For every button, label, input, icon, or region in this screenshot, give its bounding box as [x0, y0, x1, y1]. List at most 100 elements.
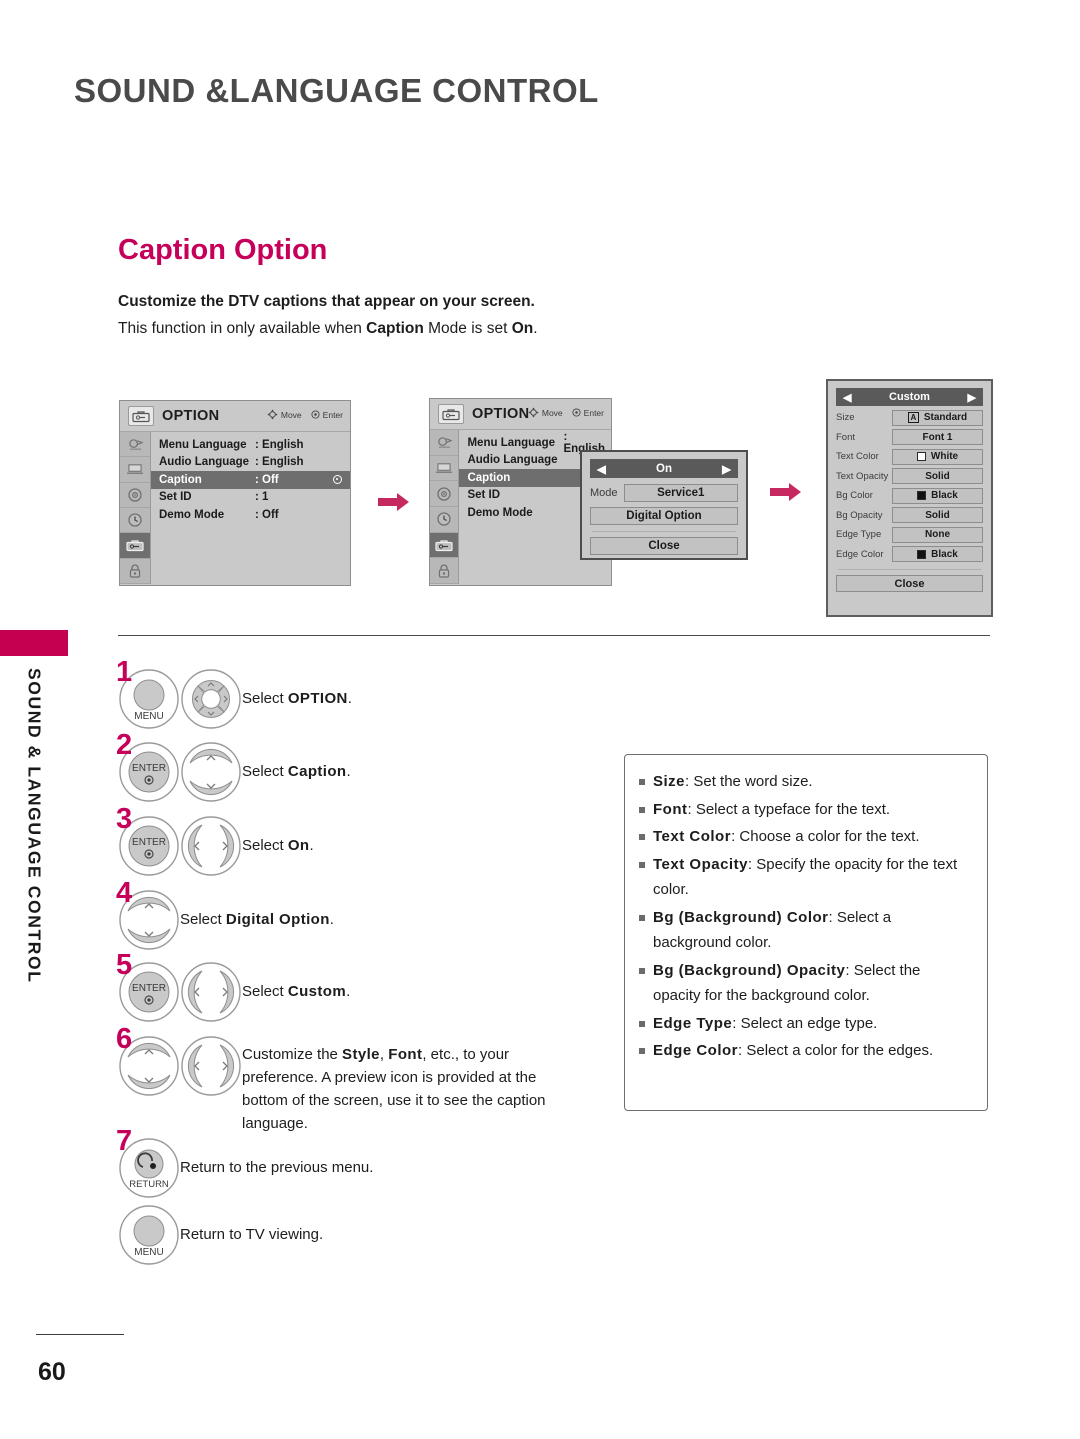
digital-option-button[interactable]: Digital Option: [590, 507, 738, 525]
navigation-pad[interactable]: [180, 668, 242, 730]
time-icon[interactable]: [430, 507, 459, 533]
color-swatch-icon: [917, 549, 927, 559]
custom-title-selector[interactable]: ◀ Custom ▶: [836, 388, 983, 406]
osd2-rail: [430, 430, 460, 585]
left-right-button[interactable]: [180, 1035, 242, 1097]
svg-text:ENTER: ENTER: [132, 837, 166, 848]
step-1-text-b: OPTION: [287, 690, 348, 707]
picture-icon[interactable]: [430, 430, 459, 456]
svg-text:ENTER: ENTER: [132, 983, 166, 994]
desc-7-text: : Select a color for the edges.: [738, 1042, 934, 1059]
osd-row[interactable]: Menu Language : English: [151, 436, 350, 454]
side-tab-accent: [0, 630, 68, 656]
svg-text:RETURN: RETURN: [129, 1179, 169, 1190]
step-3-buttons: ENTER: [118, 815, 242, 877]
side-tab-label: SOUND & LANGUAGE CONTROL: [24, 668, 45, 984]
step-2-text: Select Caption.: [242, 741, 351, 783]
custom-row-7-button[interactable]: Black: [892, 546, 983, 562]
custom-row-4-value: Black: [931, 490, 958, 501]
step-2-buttons: ENTER: [118, 741, 242, 803]
osd1-body: Menu Language : English Audio Language :…: [120, 432, 350, 584]
custom-row-3-button[interactable]: Solid: [892, 468, 983, 484]
right-arrow-icon[interactable]: ▶: [722, 462, 731, 476]
desc-6: Edge Type: Select an edge type.: [653, 1011, 877, 1037]
step-5-text-c: .: [346, 983, 351, 1000]
desc-7-term: Edge Color: [653, 1042, 739, 1059]
bullet-icon: [639, 779, 645, 785]
custom-row-6-value: None: [925, 529, 950, 540]
left-right-button[interactable]: [180, 961, 242, 1023]
hint-enter-label: Enter: [583, 407, 604, 418]
desc-0-term: Size: [653, 773, 686, 790]
desc-6-text: : Select an edge type.: [732, 1014, 878, 1032]
desc-2-term: Text Color: [653, 828, 732, 845]
custom-title: Custom: [889, 391, 930, 403]
custom-row-bg-color: Bg Color Black: [836, 487, 983, 504]
step-6: 6 Customize the Style, Font, etc., to yo…: [116, 1025, 618, 1133]
page-title: SOUND &LANGUAGE CONTROL: [74, 72, 599, 109]
custom-row-2-button[interactable]: White: [892, 448, 983, 465]
list-item: Bg (Background) Opacity: Select the opac…: [639, 958, 971, 1009]
menu-button[interactable]: MENU: [118, 1204, 180, 1266]
custom-row-size: Size A Standard: [836, 409, 983, 426]
bullet-icon: [639, 1048, 645, 1054]
osd1-list: Menu Language : English Audio Language :…: [151, 432, 350, 584]
custom-row-5-button[interactable]: Solid: [892, 507, 983, 523]
step-5-number: 5: [116, 949, 133, 981]
osd-row[interactable]: Audio Language : English: [151, 454, 350, 472]
left-right-button[interactable]: [180, 815, 242, 877]
osd2-row-0-label: Menu Language: [467, 436, 555, 449]
up-down-button[interactable]: [180, 741, 242, 803]
osd-row[interactable]: Set ID : 1: [151, 489, 350, 507]
list-item: Bg (Background) Color: Select a backgrou…: [639, 905, 971, 956]
settings-description-box: Size: Set the word size. Font: Select a …: [624, 754, 988, 1111]
step-3-number: 3: [116, 803, 133, 835]
caption-close-button[interactable]: Close: [590, 537, 738, 555]
step-2-number: 2: [116, 729, 133, 761]
osd2-title: OPTION: [472, 406, 530, 422]
time-icon[interactable]: [120, 508, 150, 534]
osd1-row-3-label: Set ID: [159, 491, 192, 504]
custom-row-6-button[interactable]: None: [892, 526, 983, 543]
custom-close-button[interactable]: Close: [836, 575, 983, 592]
step-1-text-a: Select: [242, 690, 288, 707]
screen-icon[interactable]: [120, 457, 150, 483]
custom-row-4-button[interactable]: Black: [892, 487, 983, 504]
custom-row-text-opacity: Text Opacity Solid: [836, 468, 983, 484]
osd-row-selected[interactable]: Caption : Off: [151, 471, 350, 489]
picture-icon[interactable]: [120, 432, 150, 458]
osd1-rail: [120, 432, 151, 584]
option-icon-rail[interactable]: [120, 533, 150, 559]
intro-line-1: Customize the DTV captions that appear o…: [118, 293, 535, 310]
caption-mode-value[interactable]: Service1: [623, 484, 738, 502]
custom-row-text-color: Text Color White: [836, 448, 983, 465]
custom-row-1-button[interactable]: Font 1: [892, 429, 983, 445]
right-arrow-icon[interactable]: ▶: [968, 391, 976, 404]
option-icon-rail[interactable]: [430, 532, 459, 559]
left-arrow-icon[interactable]: ◀: [843, 391, 851, 404]
caption-value-selector[interactable]: ◀ On ▶: [590, 459, 738, 478]
custom-row-0-button[interactable]: A Standard: [892, 409, 983, 426]
osd-row[interactable]: Menu Language : English: [459, 431, 611, 455]
enter-icon: [311, 410, 320, 419]
screen-icon[interactable]: [430, 456, 459, 482]
left-arrow-icon[interactable]: ◀: [597, 462, 606, 476]
desc-1-text: : Select a typeface for the text.: [687, 800, 891, 818]
lock-icon[interactable]: [120, 559, 150, 584]
bullet-icon: [639, 806, 645, 813]
step-6-text: Customize the Style, Font, etc., to your…: [242, 1035, 562, 1135]
step-7: 7 RETURN Return to the previous menu.: [116, 1127, 618, 1204]
intro-2d: On: [511, 320, 534, 337]
intro-2b: Caption: [366, 320, 424, 337]
hint-move-label: Move: [280, 409, 302, 420]
desc-3-term: Text Opacity: [653, 855, 748, 873]
osd-row[interactable]: Demo Mode : Off: [151, 506, 350, 524]
audio-icon[interactable]: [430, 481, 459, 508]
lock-icon[interactable]: [430, 558, 459, 585]
step-4-text: Select Digital Option.: [180, 889, 334, 931]
step-1-number: 1: [116, 656, 133, 688]
step-1-text: Select OPTION.: [242, 668, 352, 710]
custom-row-0-label: Size: [836, 412, 855, 423]
audio-icon[interactable]: [120, 483, 150, 508]
desc-2-text: : Choose a color for the text.: [731, 828, 920, 845]
